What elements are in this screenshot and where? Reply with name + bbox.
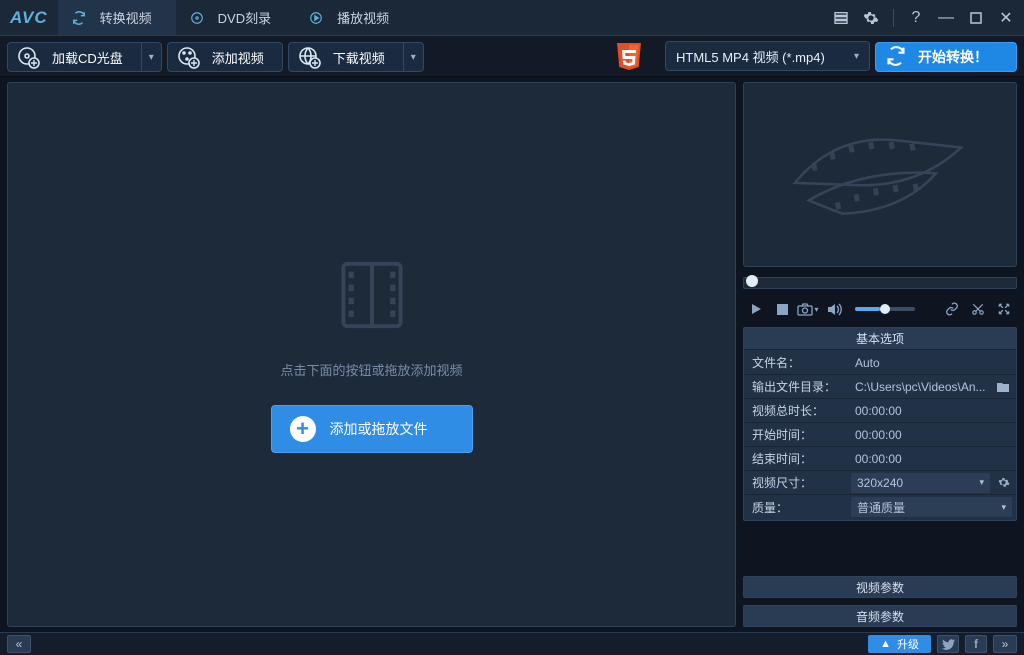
playback-slider[interactable] bbox=[743, 277, 1017, 289]
row-start-time: 开始时间： 00:00:00 bbox=[744, 423, 1016, 447]
playback-controls: ▾ bbox=[743, 295, 1017, 323]
minimize-button[interactable]: — bbox=[934, 6, 958, 30]
film-strip-icon bbox=[775, 96, 986, 253]
drop-hint-text: 点击下面的按钮或拖放添加视频 bbox=[280, 360, 462, 379]
row-video-size: 视频尺寸： 320x240▾ bbox=[744, 471, 1016, 495]
bottombar: « ▲ 升级 f » bbox=[0, 632, 1024, 655]
options-icon[interactable] bbox=[829, 6, 853, 30]
upgrade-button[interactable]: ▲ 升级 bbox=[868, 635, 931, 653]
stop-button[interactable] bbox=[771, 298, 793, 320]
add-video-button[interactable]: 添加视频 bbox=[167, 42, 283, 72]
link-icon[interactable] bbox=[941, 298, 963, 320]
film-plus-icon bbox=[176, 45, 200, 69]
refresh-icon bbox=[72, 11, 86, 25]
row-quality: 质量： 普通质量▾ bbox=[744, 495, 1016, 519]
main-area: 点击下面的按钮或拖放添加视频 + 添加或拖放文件 bbox=[0, 77, 1024, 632]
output-dir-value[interactable]: C:\Users\pc\Videos\An... bbox=[851, 380, 994, 394]
convert-label: 开始转换！ bbox=[918, 47, 988, 67]
size-settings-icon[interactable] bbox=[994, 474, 1012, 492]
collapse-left-button[interactable]: « bbox=[7, 635, 31, 653]
quality-label: 质量： bbox=[744, 499, 851, 516]
upgrade-label: 升级 bbox=[897, 636, 919, 652]
download-video-label: 下载视频 bbox=[333, 48, 385, 67]
load-cd-button[interactable]: 加载CD光盘 ▾ bbox=[7, 42, 162, 72]
maximize-button[interactable] bbox=[964, 6, 988, 30]
output-dir-label: 输出文件目录： bbox=[744, 378, 851, 395]
app-logo: AVC bbox=[10, 8, 48, 28]
duration-label: 视频总时长： bbox=[744, 402, 851, 419]
panel-title-basic: 基本选项 bbox=[744, 328, 1016, 350]
tab-dvd-burn[interactable]: DVD刻录 bbox=[176, 0, 295, 35]
quality-select[interactable]: 普通质量▾ bbox=[851, 497, 1012, 517]
titlebar: AVC 转换视频 DVD刻录 播放视频 ? — ✕ bbox=[0, 0, 1024, 35]
collapse-right-button[interactable]: » bbox=[993, 635, 1017, 653]
tab-convert-video[interactable]: 转换视频 bbox=[58, 0, 176, 35]
format-selected-value: HTML5 MP4 视频 (*.mp4) bbox=[676, 47, 825, 66]
row-duration: 视频总时长： 00:00:00 bbox=[744, 399, 1016, 423]
twitter-icon[interactable] bbox=[937, 635, 959, 653]
end-time-value[interactable]: 00:00:00 bbox=[851, 452, 1016, 466]
main-tabs: 转换视频 DVD刻录 播放视频 bbox=[58, 0, 413, 35]
gear-icon[interactable] bbox=[859, 6, 883, 30]
browse-folder-icon[interactable] bbox=[994, 378, 1012, 396]
add-video-label: 添加视频 bbox=[212, 48, 264, 67]
filename-value[interactable]: Auto bbox=[851, 356, 1016, 370]
left-panel: 点击下面的按钮或拖放添加视频 + 添加或拖放文件 bbox=[0, 77, 740, 632]
snapshot-button[interactable]: ▾ bbox=[797, 298, 819, 320]
add-button-label: 添加或拖放文件 bbox=[330, 419, 428, 439]
video-size-select[interactable]: 320x240▾ bbox=[851, 473, 990, 493]
slider-thumb[interactable] bbox=[746, 275, 758, 287]
load-cd-label: 加载CD光盘 bbox=[52, 48, 123, 67]
start-convert-button[interactable]: 开始转换！ bbox=[875, 42, 1017, 72]
disc-icon bbox=[190, 11, 204, 25]
globe-plus-icon bbox=[297, 45, 321, 69]
duration-value: 00:00:00 bbox=[851, 404, 1016, 418]
tab-label: 播放视频 bbox=[337, 8, 389, 27]
row-filename: 文件名： Auto bbox=[744, 351, 1016, 375]
tab-label: DVD刻录 bbox=[218, 8, 271, 27]
cd-plus-icon bbox=[16, 45, 40, 69]
convert-icon bbox=[886, 46, 906, 69]
close-button[interactable]: ✕ bbox=[994, 6, 1018, 30]
upgrade-arrow-icon: ▲ bbox=[880, 638, 891, 650]
video-size-label: 视频尺寸： bbox=[744, 474, 851, 491]
format-icon-button[interactable] bbox=[599, 41, 659, 71]
play-icon bbox=[309, 11, 323, 25]
film-placeholder-icon bbox=[333, 256, 411, 334]
tab-play-video[interactable]: 播放视频 bbox=[295, 0, 413, 35]
start-time-value[interactable]: 00:00:00 bbox=[851, 428, 1016, 442]
plus-circle-icon: + bbox=[290, 416, 316, 442]
audio-params-button[interactable]: 音频参数 bbox=[743, 605, 1017, 627]
volume-slider[interactable] bbox=[855, 307, 915, 311]
facebook-icon[interactable]: f bbox=[965, 635, 987, 653]
right-panel: ▾ 基本选项 文件名： Auto 输出文件目录： C:\Users\pc\Vid… bbox=[740, 77, 1024, 632]
expand-icon[interactable] bbox=[993, 298, 1015, 320]
format-zone: HTML5 MP4 视频 (*.mp4) ▾ bbox=[599, 42, 870, 70]
load-cd-dropdown[interactable]: ▾ bbox=[141, 43, 161, 71]
format-select[interactable]: HTML5 MP4 视频 (*.mp4) ▾ bbox=[665, 41, 870, 71]
chevron-down-icon: ▾ bbox=[854, 51, 859, 62]
html5-icon bbox=[612, 41, 646, 71]
end-time-label: 结束时间： bbox=[744, 450, 851, 467]
toolbar: 加载CD光盘 ▾ 添加视频 下载视频 ▾ HTML5 MP4 视频 (*.mp4… bbox=[0, 35, 1024, 77]
play-button[interactable] bbox=[745, 298, 767, 320]
tab-label: 转换视频 bbox=[100, 8, 152, 27]
cut-icon[interactable] bbox=[967, 298, 989, 320]
filename-label: 文件名： bbox=[744, 354, 851, 371]
add-or-drop-button[interactable]: + 添加或拖放文件 bbox=[271, 405, 473, 453]
preview-panel bbox=[743, 82, 1017, 267]
start-time-label: 开始时间： bbox=[744, 426, 851, 443]
video-params-button[interactable]: 视频参数 bbox=[743, 576, 1017, 598]
drop-zone[interactable]: 点击下面的按钮或拖放添加视频 + 添加或拖放文件 bbox=[7, 82, 736, 627]
row-end-time: 结束时间： 00:00:00 bbox=[744, 447, 1016, 471]
download-video-button[interactable]: 下载视频 ▾ bbox=[288, 42, 424, 72]
basic-options-panel: 基本选项 文件名： Auto 输出文件目录： C:\Users\pc\Video… bbox=[743, 327, 1017, 521]
row-output-dir: 输出文件目录： C:\Users\pc\Videos\An... bbox=[744, 375, 1016, 399]
download-dropdown[interactable]: ▾ bbox=[403, 43, 423, 71]
volume-icon[interactable] bbox=[823, 298, 845, 320]
titlebar-controls: ? — ✕ bbox=[829, 6, 1018, 30]
help-icon[interactable]: ? bbox=[904, 6, 928, 30]
